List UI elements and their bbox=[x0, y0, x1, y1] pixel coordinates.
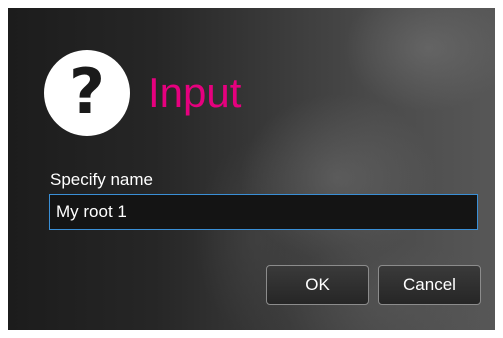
input-dialog: ? Input Specify name OK Cancel bbox=[8, 8, 495, 330]
question-mark-icon: ? bbox=[44, 50, 130, 136]
name-input[interactable] bbox=[49, 194, 478, 230]
dialog-title: Input bbox=[148, 69, 242, 116]
cancel-button[interactable]: Cancel bbox=[378, 265, 481, 305]
name-field-label: Specify name bbox=[50, 170, 153, 189]
question-mark-glyph: ? bbox=[69, 55, 105, 128]
ok-button[interactable]: OK bbox=[266, 265, 369, 305]
